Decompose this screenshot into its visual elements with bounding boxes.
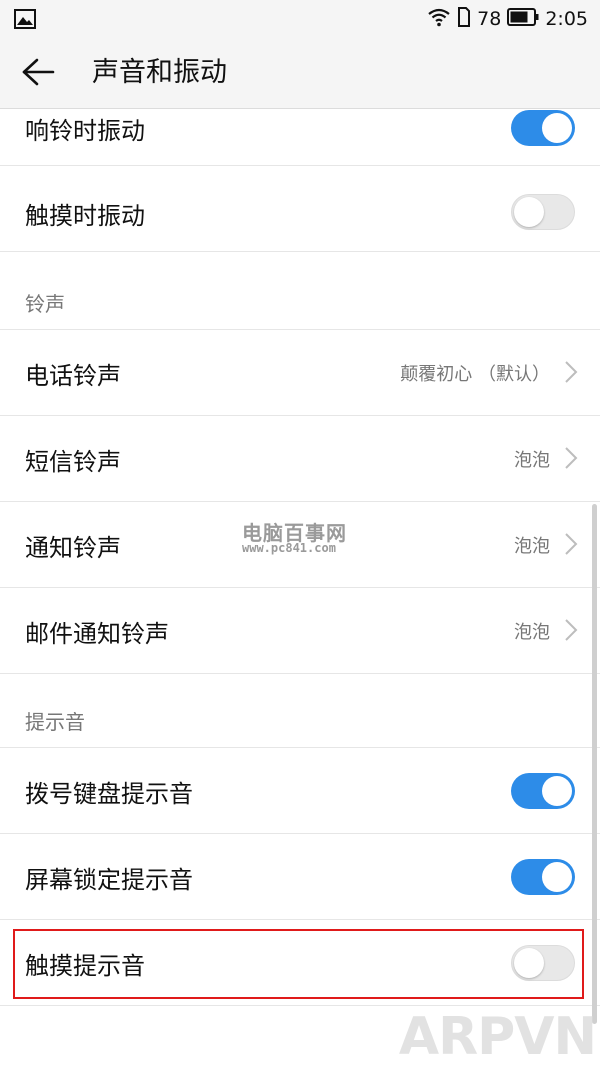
wifi-icon <box>427 7 451 32</box>
settings-list[interactable]: 响铃时振动 触摸时振动 铃声 电话铃声 颠覆初心 （默认） 短信铃声 泡泡 通知… <box>0 109 600 1067</box>
status-icons: 78 2:05 <box>427 6 588 32</box>
row-value: 颠覆初心 （默认） <box>400 364 550 385</box>
chevron-right-icon <box>564 532 578 560</box>
row-label: 电话铃声 <box>25 362 121 390</box>
row-label: 屏幕锁定提示音 <box>25 866 193 894</box>
toggle-knob <box>542 113 572 143</box>
row-email-ringtone[interactable]: 邮件通知铃声 泡泡 <box>0 588 600 674</box>
row-phone-ringtone[interactable]: 电话铃声 颠覆初心 （默认） <box>0 330 600 416</box>
chevron-right-icon <box>564 618 578 646</box>
watermark-site-url: www.pc841.com <box>242 541 336 555</box>
scrollbar[interactable] <box>592 504 597 1024</box>
section-title: 铃声 <box>25 292 65 316</box>
toggle-knob <box>542 776 572 806</box>
gallery-icon <box>14 9 36 33</box>
page-title: 声音和振动 <box>92 57 227 88</box>
row-sms-ringtone[interactable]: 短信铃声 泡泡 <box>0 416 600 502</box>
toggle-knob <box>542 862 572 892</box>
row-touch-vibrate[interactable]: 触摸时振动 <box>0 166 600 252</box>
status-bar: 78 2:05 <box>0 0 600 38</box>
row-value: 泡泡 <box>514 536 550 557</box>
section-title: 提示音 <box>25 710 85 734</box>
row-label: 邮件通知铃声 <box>25 620 169 648</box>
row-ring-vibrate[interactable]: 响铃时振动 <box>0 109 600 166</box>
row-label: 响铃时振动 <box>25 117 145 145</box>
back-button[interactable] <box>14 50 62 98</box>
battery-icon <box>507 7 539 31</box>
app-header: 声音和振动 <box>0 38 600 109</box>
row-label: 通知铃声 <box>25 534 121 562</box>
row-value: 泡泡 <box>514 622 550 643</box>
row-label: 短信铃声 <box>25 448 121 476</box>
screen-lock-sound-toggle[interactable] <box>511 859 575 895</box>
ring-vibrate-toggle[interactable] <box>511 110 575 146</box>
dialpad-sound-toggle[interactable] <box>511 773 575 809</box>
section-header-ringtones: 铃声 <box>0 252 600 330</box>
row-screen-lock-sound[interactable]: 屏幕锁定提示音 <box>0 834 600 920</box>
row-label: 触摸时振动 <box>25 202 145 230</box>
highlight-box <box>13 929 584 999</box>
row-label: 拨号键盘提示音 <box>25 780 193 808</box>
battery-level: 78 <box>477 8 502 30</box>
chevron-right-icon <box>564 360 578 388</box>
toggle-knob <box>514 197 544 227</box>
status-time: 2:05 <box>545 8 588 30</box>
sim-icon <box>457 6 471 32</box>
watermark-corner-logo: ARPVN <box>398 1007 597 1067</box>
touch-vibrate-toggle[interactable] <box>511 194 575 230</box>
chevron-right-icon <box>564 446 578 474</box>
row-dialpad-sound[interactable]: 拨号键盘提示音 <box>0 748 600 834</box>
row-value: 泡泡 <box>514 450 550 471</box>
section-header-sounds: 提示音 <box>0 674 600 748</box>
back-arrow-icon <box>21 58 55 90</box>
